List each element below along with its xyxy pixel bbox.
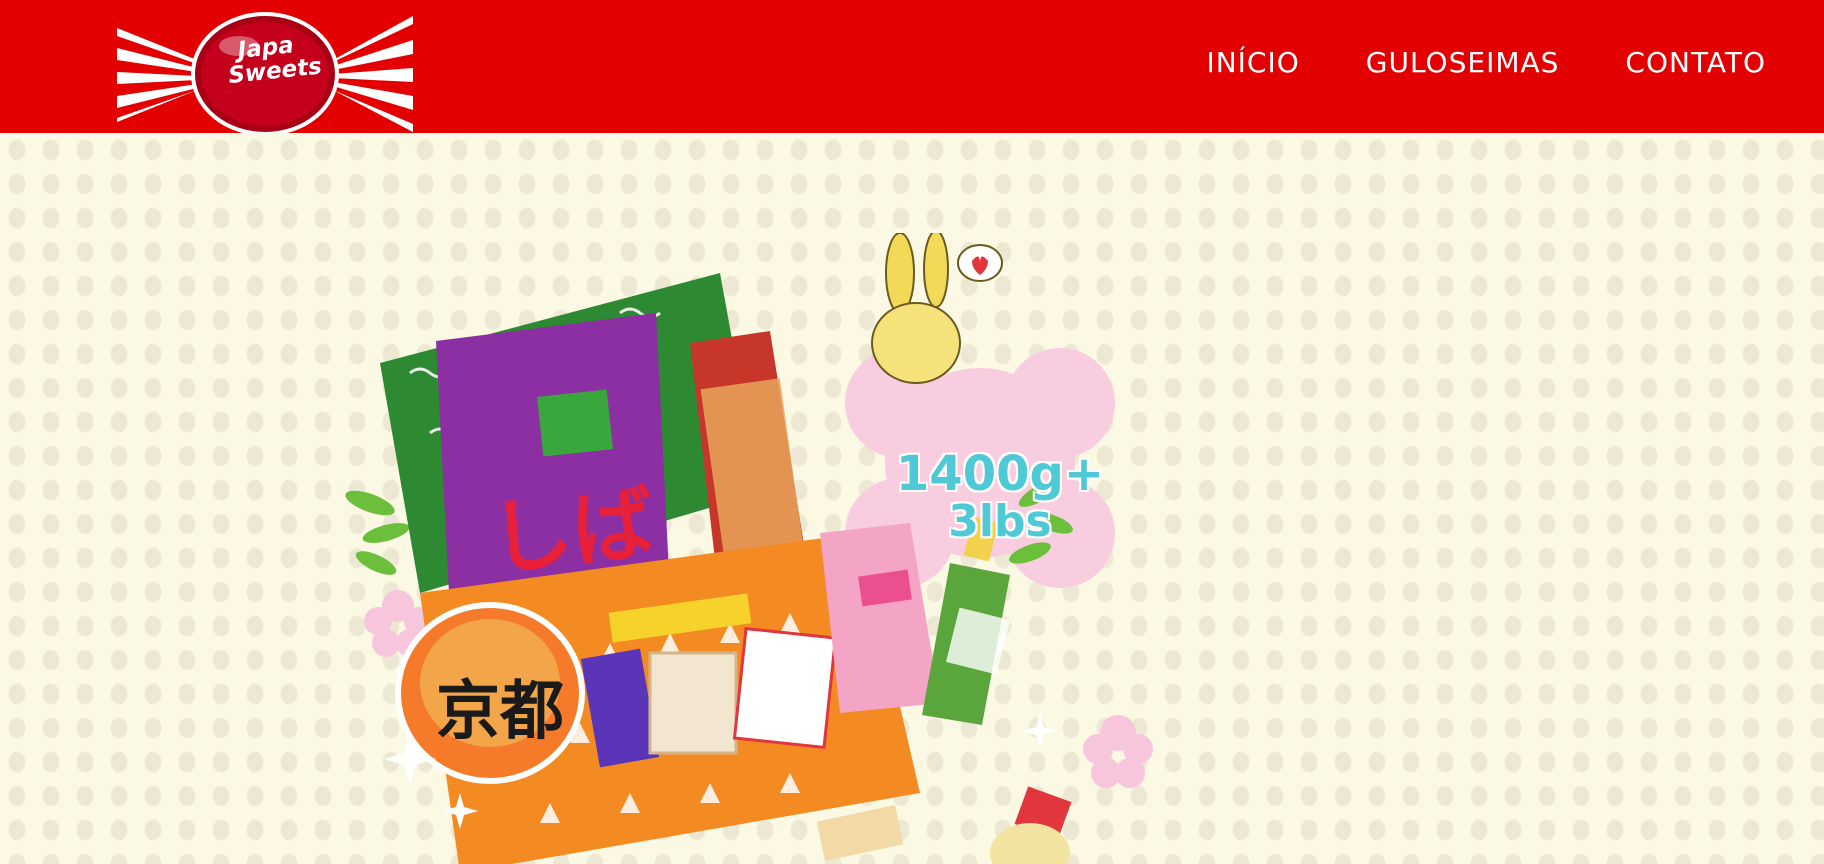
badge-weight: 1400g+	[895, 446, 1105, 502]
main-nav: INÍCIO GULOSEIMAS CONTATO	[1206, 46, 1766, 79]
nav-guloseimas[interactable]: GULOSEIMAS	[1366, 46, 1560, 79]
nav-contato[interactable]: CONTATO	[1625, 46, 1766, 79]
hero-section: しば 京都 1400g+ 3lbs	[0, 133, 1824, 864]
snack-box-illustration: しば 京都	[340, 233, 1260, 864]
snack-box-image: しば 京都	[345, 233, 1153, 864]
brand-wordmark: Japa Sweets	[225, 32, 323, 89]
svg-text:京都: 京都	[436, 675, 564, 749]
weight-badge: 1400g+ 3lbs	[870, 449, 1130, 546]
badge-lbs: 3lbs	[948, 496, 1052, 548]
brand-logo[interactable]: Japa Sweets	[117, 10, 413, 138]
site-header: Japa Sweets INÍCIO GULOSEIMAS CONTATO	[0, 0, 1824, 136]
nav-inicio[interactable]: INÍCIO	[1206, 46, 1299, 79]
